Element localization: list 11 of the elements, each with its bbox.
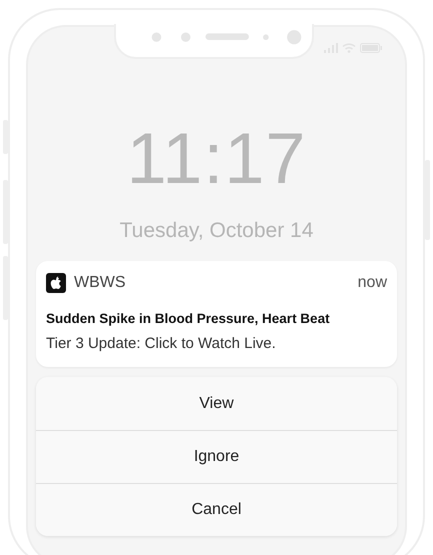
notification-time: now xyxy=(358,272,387,292)
action-button[interactable]: Cancel xyxy=(36,483,397,536)
lock-screen-time: 11:17 xyxy=(126,123,308,195)
action-button[interactable]: Ignore xyxy=(36,430,397,484)
app-icon xyxy=(46,272,66,292)
notification-body: Tier 3 Update: Click to Watch Live. xyxy=(46,334,277,354)
notification-card[interactable]: WBWS now Sudden Spike in Blood Pressure, Heart Beat Tier 3 Update: Click to Watch Live. xyxy=(36,260,397,368)
action-button[interactable]: View xyxy=(36,377,397,430)
lock-screen-date: Tuesday, October 14 xyxy=(118,218,314,244)
app-name: WBWS xyxy=(74,272,126,292)
notification-title: Sudden Spike in Blood Pressure, Heart Beat xyxy=(46,310,331,328)
